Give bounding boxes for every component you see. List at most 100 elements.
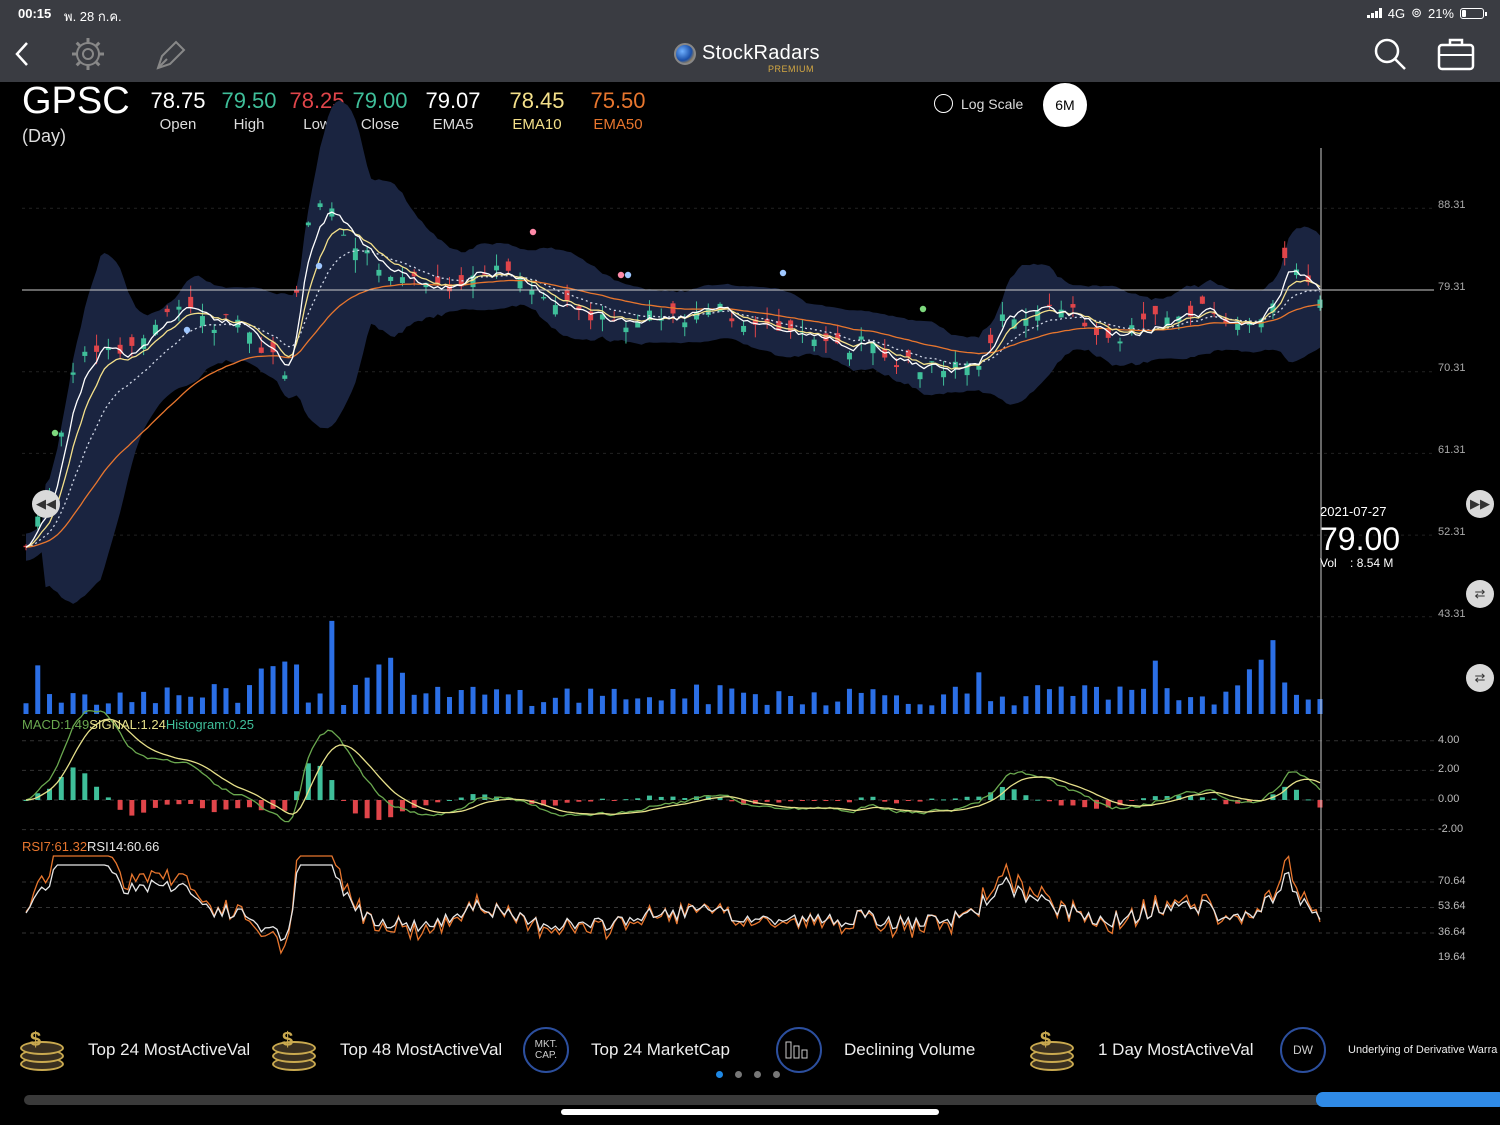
volume-bar — [835, 701, 841, 714]
volume-bar — [176, 695, 182, 714]
screen-1day-mostactiveval[interactable]: $ 1 Day MostActiveVal — [1028, 1022, 1254, 1078]
home-indicator[interactable] — [561, 1109, 939, 1115]
volume-bar — [1058, 686, 1064, 714]
volume-bar — [235, 702, 241, 714]
histogram-value-label: Histogram:0.25 — [165, 717, 254, 732]
volume-bar — [576, 702, 582, 714]
macd-histogram-bar — [1082, 800, 1088, 808]
bollinger-band — [26, 100, 1320, 604]
volume-bar — [1199, 696, 1205, 714]
volume-bar — [1317, 699, 1323, 714]
volume-bar — [752, 694, 758, 714]
screen-label: Top 24 MostActiveVal — [88, 1040, 251, 1059]
candle-body — [223, 314, 229, 316]
signal-dot — [779, 269, 787, 277]
macd-histogram-bar — [917, 800, 923, 802]
screen-declining-volume[interactable]: Declining Volume — [776, 1022, 975, 1078]
swap-indicator-button-2[interactable]: ⇄ — [1466, 664, 1494, 692]
macd-histogram-bar — [458, 797, 464, 800]
swap-indicator-button[interactable]: ⇄ — [1466, 580, 1494, 608]
macd-histogram-bar — [1152, 796, 1158, 800]
page-dot[interactable] — [773, 1071, 780, 1078]
candle-body — [705, 309, 711, 315]
fast-forward-button[interactable]: ▶▶ — [1466, 490, 1494, 518]
rsi14-line — [25, 864, 1321, 942]
screen-underlying-dw[interactable]: DW Underlying of Derivative Warra — [1280, 1022, 1497, 1078]
volume-bar — [1164, 688, 1170, 714]
screen-label: 1 Day MostActiveVal — [1098, 1040, 1254, 1059]
volume-bar — [1023, 696, 1029, 714]
macd-histogram-bar — [976, 796, 982, 800]
macd-histogram-bar — [188, 800, 194, 804]
volume-bar — [435, 686, 441, 714]
macd-histogram-bar — [894, 800, 900, 804]
volume-bar — [199, 697, 205, 714]
volume-bar — [35, 665, 41, 714]
signal-dot — [624, 271, 632, 279]
candle-body — [988, 334, 994, 344]
signal-dot — [315, 262, 323, 270]
volume-bar — [1293, 694, 1299, 714]
macd-histogram-bar — [141, 800, 147, 813]
page-indicator[interactable] — [716, 1071, 780, 1078]
page-dot[interactable] — [754, 1071, 761, 1078]
macd-histogram-bar — [341, 800, 347, 801]
volume-bar — [717, 685, 723, 714]
volume-bar — [1129, 689, 1135, 714]
volume-bar — [799, 704, 805, 714]
candle-body — [70, 372, 76, 375]
page-dot[interactable] — [716, 1071, 723, 1078]
signal-dot — [51, 429, 59, 437]
rsi-legend: RSI7:61.32RSI14:60.66 — [22, 839, 159, 854]
candle-body — [94, 345, 100, 352]
macd-histogram-bar — [82, 773, 88, 800]
candle-body — [894, 365, 900, 368]
rewind-button[interactable]: ◀◀ — [32, 490, 60, 518]
rsi7-label: RSI7:61.32 — [22, 839, 88, 854]
volume-bar — [117, 692, 123, 714]
volume-bar — [188, 696, 194, 714]
volume-bar — [952, 686, 958, 714]
candle-body — [129, 337, 135, 346]
price-tick: 43.31 — [1438, 608, 1466, 620]
volume-bars-icon — [776, 1027, 822, 1073]
macd-tick: 4.00 — [1438, 734, 1460, 746]
screen-top24-marketcap[interactable]: MKT. CAP. Top 24 MarketCap — [523, 1022, 730, 1078]
macd-histogram-bar — [964, 796, 970, 800]
macd-histogram-bar — [1129, 800, 1135, 801]
volume-bar — [811, 692, 817, 714]
macd-histogram-bar — [117, 800, 123, 810]
macd-histogram-bar — [435, 800, 441, 803]
volume-bar — [988, 701, 994, 714]
signal-dot — [183, 326, 191, 334]
volume-bar — [776, 691, 782, 714]
stock-chart[interactable] — [0, 0, 1500, 1000]
volume-bar — [588, 688, 594, 714]
screen-label: Underlying of Derivative Warra — [1348, 1044, 1498, 1056]
candle-body — [976, 365, 982, 370]
volume-bar — [1082, 685, 1088, 714]
candle-body — [199, 316, 205, 327]
screen-top48-mostactiveval[interactable]: $ Top 48 MostActiveVal — [270, 1022, 502, 1078]
screen-label: Top 48 MostActiveVal — [340, 1040, 503, 1059]
volume-bar — [58, 702, 64, 714]
candle-body — [35, 516, 41, 527]
volume-bar — [105, 703, 111, 714]
chart-scroll-track[interactable] — [24, 1095, 1324, 1105]
chart-scroll-thumb[interactable] — [1316, 1092, 1500, 1107]
volume-value: : 8.54 M — [1350, 556, 1394, 570]
volume-bar — [646, 697, 652, 714]
volume-bar — [858, 692, 864, 714]
screen-top24-mostactiveval[interactable]: $ Top 24 MostActiveVal — [18, 1022, 250, 1078]
volume-bar — [635, 698, 641, 714]
volume-bar — [70, 693, 76, 714]
candle-body — [929, 361, 935, 363]
price-tick: 88.31 — [1438, 199, 1466, 211]
page-dot[interactable] — [735, 1071, 742, 1078]
ema5-line — [25, 211, 1321, 548]
macd-histogram-bar — [1199, 797, 1205, 800]
candle-body — [211, 329, 217, 333]
volume-bar — [329, 620, 335, 714]
macd-histogram-bar — [823, 800, 829, 801]
candle-body — [741, 325, 747, 332]
